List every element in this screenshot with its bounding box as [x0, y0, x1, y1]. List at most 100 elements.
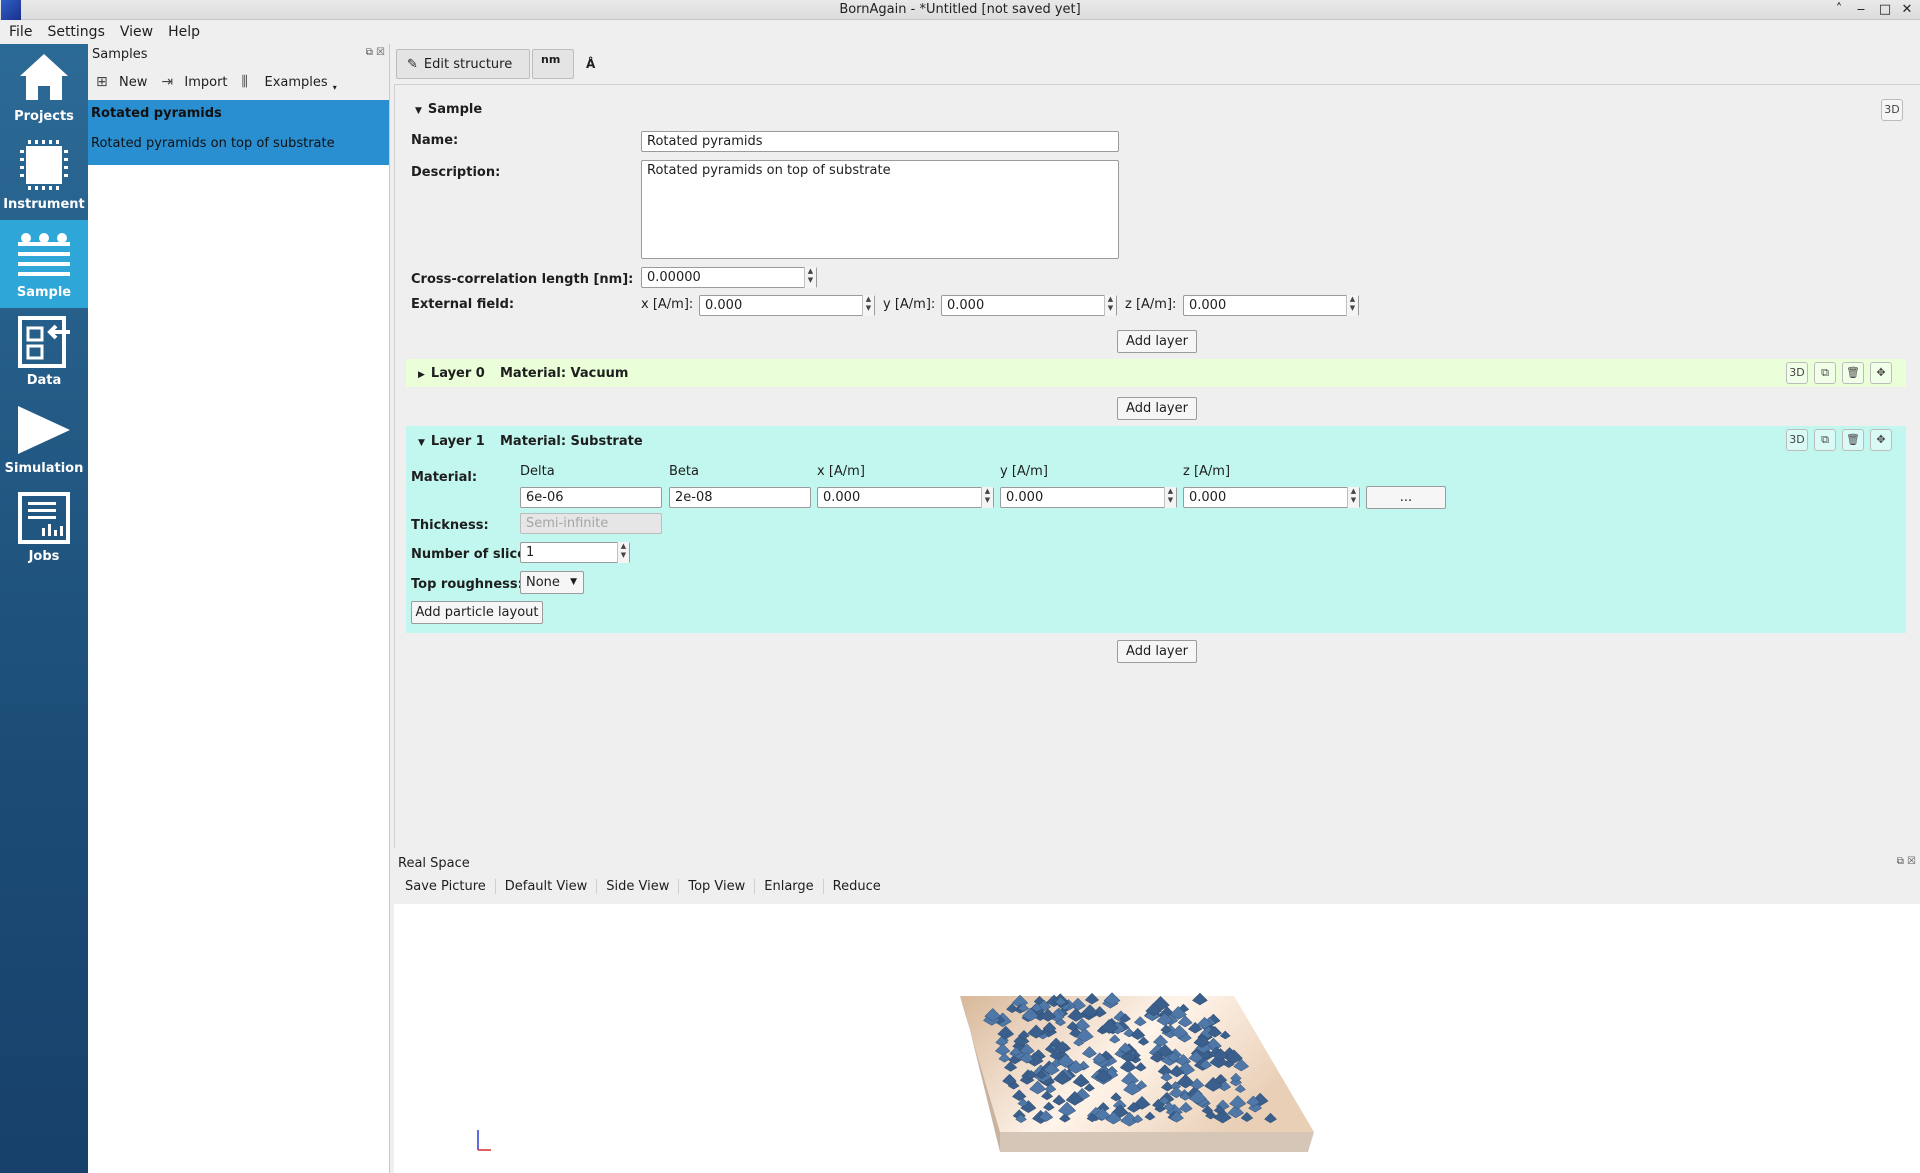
enlarge-button[interactable]: Enlarge — [764, 878, 824, 894]
unit-nm-label: nm — [541, 53, 561, 66]
layer-0-title: Layer 0 — [430, 366, 485, 381]
nav-projects[interactable]: Projects — [0, 44, 88, 132]
add-layer-button[interactable]: Add layer — [1117, 330, 1197, 353]
trash-icon[interactable]: 🗑 — [1842, 429, 1864, 451]
move-icon[interactable]: ✥ — [1870, 429, 1892, 451]
trash-icon[interactable]: 🗑 — [1842, 362, 1864, 384]
unit-nm-button[interactable]: nm — [532, 49, 574, 79]
minimize-window-button[interactable]: ‒ — [1852, 1, 1870, 19]
field-y-input[interactable]: 0.000 — [941, 295, 1117, 316]
duplicate-layer-icon[interactable]: ⧉ — [1814, 362, 1836, 384]
edit-structure-button[interactable]: ✎ Edit structure — [396, 49, 530, 79]
layer-1-panel: ▼ Layer 1 Material: Substrate 3D ⧉ 🗑 ✥ Ma… — [406, 426, 1906, 633]
3d-view-icon[interactable]: 3D — [1786, 362, 1808, 384]
magnetization-z-spinner[interactable]: ▲ ▼ — [1347, 487, 1359, 508]
3d-view-icon[interactable]: 3D — [1786, 429, 1808, 451]
side-view-button[interactable]: Side View — [606, 878, 680, 894]
menu-file[interactable]: File — [0, 24, 38, 40]
layer-1-title: Layer 1 — [430, 434, 485, 449]
add-layer-button[interactable]: Add layer — [1117, 397, 1197, 420]
field-x-spinner[interactable]: ▲ ▼ — [862, 295, 874, 316]
material-label: Material: — [411, 470, 478, 485]
field-z-spinner[interactable]: ▲ ▼ — [1346, 295, 1358, 316]
samples-toolbar: ⊞ New ⇥ Import ⫼ Examples ▾ — [88, 64, 389, 100]
unit-angstrom-label: Å — [586, 57, 596, 71]
field-z-input[interactable]: 0.000 — [1183, 295, 1359, 316]
material-more-button[interactable]: ... — [1366, 486, 1446, 509]
sample-item-name: Rotated pyramids — [91, 106, 222, 121]
sample-section-header[interactable]: ▼ Sample — [415, 102, 482, 117]
close-panel-icon[interactable]: ☒ — [1907, 856, 1916, 867]
magnetization-x-spinner[interactable]: ▲ ▼ — [981, 487, 993, 508]
list-item[interactable]: Rotated pyramids Rotated pyramids on top… — [88, 100, 389, 165]
editor-toolbar: ✎ Edit structure nm Å — [396, 48, 606, 80]
float-panel-icon[interactable]: ⧉ — [1897, 856, 1904, 867]
close-window-button[interactable]: ✕ — [1898, 1, 1916, 19]
unit-angstrom-button[interactable]: Å — [576, 49, 606, 79]
add-layer-button[interactable]: Add layer — [1117, 640, 1197, 663]
top-view-button[interactable]: Top View — [688, 878, 756, 894]
3d-view-icon[interactable]: 3D — [1881, 99, 1903, 121]
chip-icon — [20, 140, 68, 190]
import-icon: ⇥ — [161, 74, 174, 90]
main-navigation: Projects Instrument Sample Data Simulati… — [0, 44, 88, 1173]
samples-panel-header: Samples ⧉ ☒ — [88, 44, 389, 64]
field-z-label: z [A/m]: — [1125, 297, 1177, 312]
new-sample-button[interactable]: ⊞ New — [96, 74, 147, 90]
nav-instrument[interactable]: Instrument — [0, 132, 88, 220]
description-label: Description: — [411, 165, 501, 180]
beta-column-label: Beta — [669, 464, 699, 479]
menu-view[interactable]: View — [111, 24, 159, 40]
nav-data[interactable]: Data — [0, 308, 88, 396]
menu-settings[interactable]: Settings — [38, 24, 110, 40]
reduce-button[interactable]: Reduce — [833, 879, 890, 894]
close-panel-icon[interactable]: ☒ — [376, 47, 385, 58]
magnetization-y-spinner[interactable]: ▲ ▼ — [1164, 487, 1176, 508]
layer-0-material: Material: Vacuum — [500, 366, 629, 381]
delta-column-label: Delta — [520, 464, 555, 479]
description-field[interactable]: Rotated pyramids on top of substrate — [641, 160, 1119, 259]
menu-help[interactable]: Help — [159, 24, 206, 40]
layer-1-material: Material: Substrate — [500, 434, 643, 449]
name-label: Name: — [411, 133, 459, 148]
nav-instrument-label: Instrument — [3, 197, 85, 212]
move-icon[interactable]: ✥ — [1870, 362, 1892, 384]
layer-1-title-row[interactable]: ▼ Layer 1 — [418, 434, 485, 449]
collapsed-arrow-icon: ▶ — [418, 370, 425, 380]
save-picture-button[interactable]: Save Picture — [405, 878, 496, 894]
real-space-3d-view[interactable] — [394, 904, 1920, 1173]
beta-field[interactable]: 2e-08 — [669, 487, 811, 508]
expand-arrow-icon: ▼ — [415, 106, 422, 116]
maximize-window-button[interactable]: □ — [1876, 1, 1894, 19]
z-column-label: z [A/m] — [1183, 464, 1231, 479]
data-import-icon — [18, 316, 70, 368]
duplicate-layer-icon[interactable]: ⧉ — [1814, 429, 1836, 451]
examples-button[interactable]: ⫼ Examples ▾ — [242, 73, 337, 92]
import-sample-button[interactable]: ⇥ Import — [161, 74, 227, 90]
field-y-spinner[interactable]: ▲ ▼ — [1104, 295, 1116, 316]
shade-window-button[interactable]: ˄ — [1830, 1, 1848, 19]
name-field[interactable]: Rotated pyramids — [641, 131, 1119, 152]
nav-simulation[interactable]: Simulation — [0, 396, 88, 484]
layer-0-header[interactable]: ▶ Layer 0 Material: Vacuum 3D ⧉ 🗑 ✥ — [406, 359, 1906, 387]
samples-panel: Samples ⧉ ☒ ⊞ New ⇥ Import ⫼ Examples ▾ … — [88, 44, 390, 1173]
sample-section-title: Sample — [427, 102, 483, 117]
nav-jobs[interactable]: Jobs — [0, 484, 88, 572]
nav-sample[interactable]: Sample — [0, 220, 88, 308]
add-particle-layout-button[interactable]: Add particle layout — [411, 601, 543, 624]
roughness-select[interactable]: None ▼ — [520, 571, 584, 594]
magnetization-z-field[interactable]: 0.000 — [1183, 487, 1360, 508]
field-x-input[interactable]: 0.000 — [699, 295, 875, 316]
cross-correlation-field[interactable]: 0.00000 — [641, 267, 817, 288]
default-view-button[interactable]: Default View — [505, 878, 598, 894]
edit-structure-label: Edit structure — [423, 56, 513, 72]
magnetization-y-field[interactable]: 0.000 — [1000, 487, 1177, 508]
cross-correlation-spinner[interactable]: ▲ ▼ — [804, 267, 816, 288]
magnetization-x-field[interactable]: 0.000 — [817, 487, 994, 508]
float-panel-icon[interactable]: ⧉ — [366, 47, 373, 58]
slices-spinner[interactable]: ▲ ▼ — [617, 542, 629, 563]
slices-field[interactable]: 1 — [520, 542, 630, 563]
delta-field[interactable]: 6e-06 — [520, 487, 662, 508]
new-sample-label: New — [119, 74, 148, 90]
window-titlebar: BornAgain - *Untitled [not saved yet] ˄ … — [0, 0, 1920, 20]
